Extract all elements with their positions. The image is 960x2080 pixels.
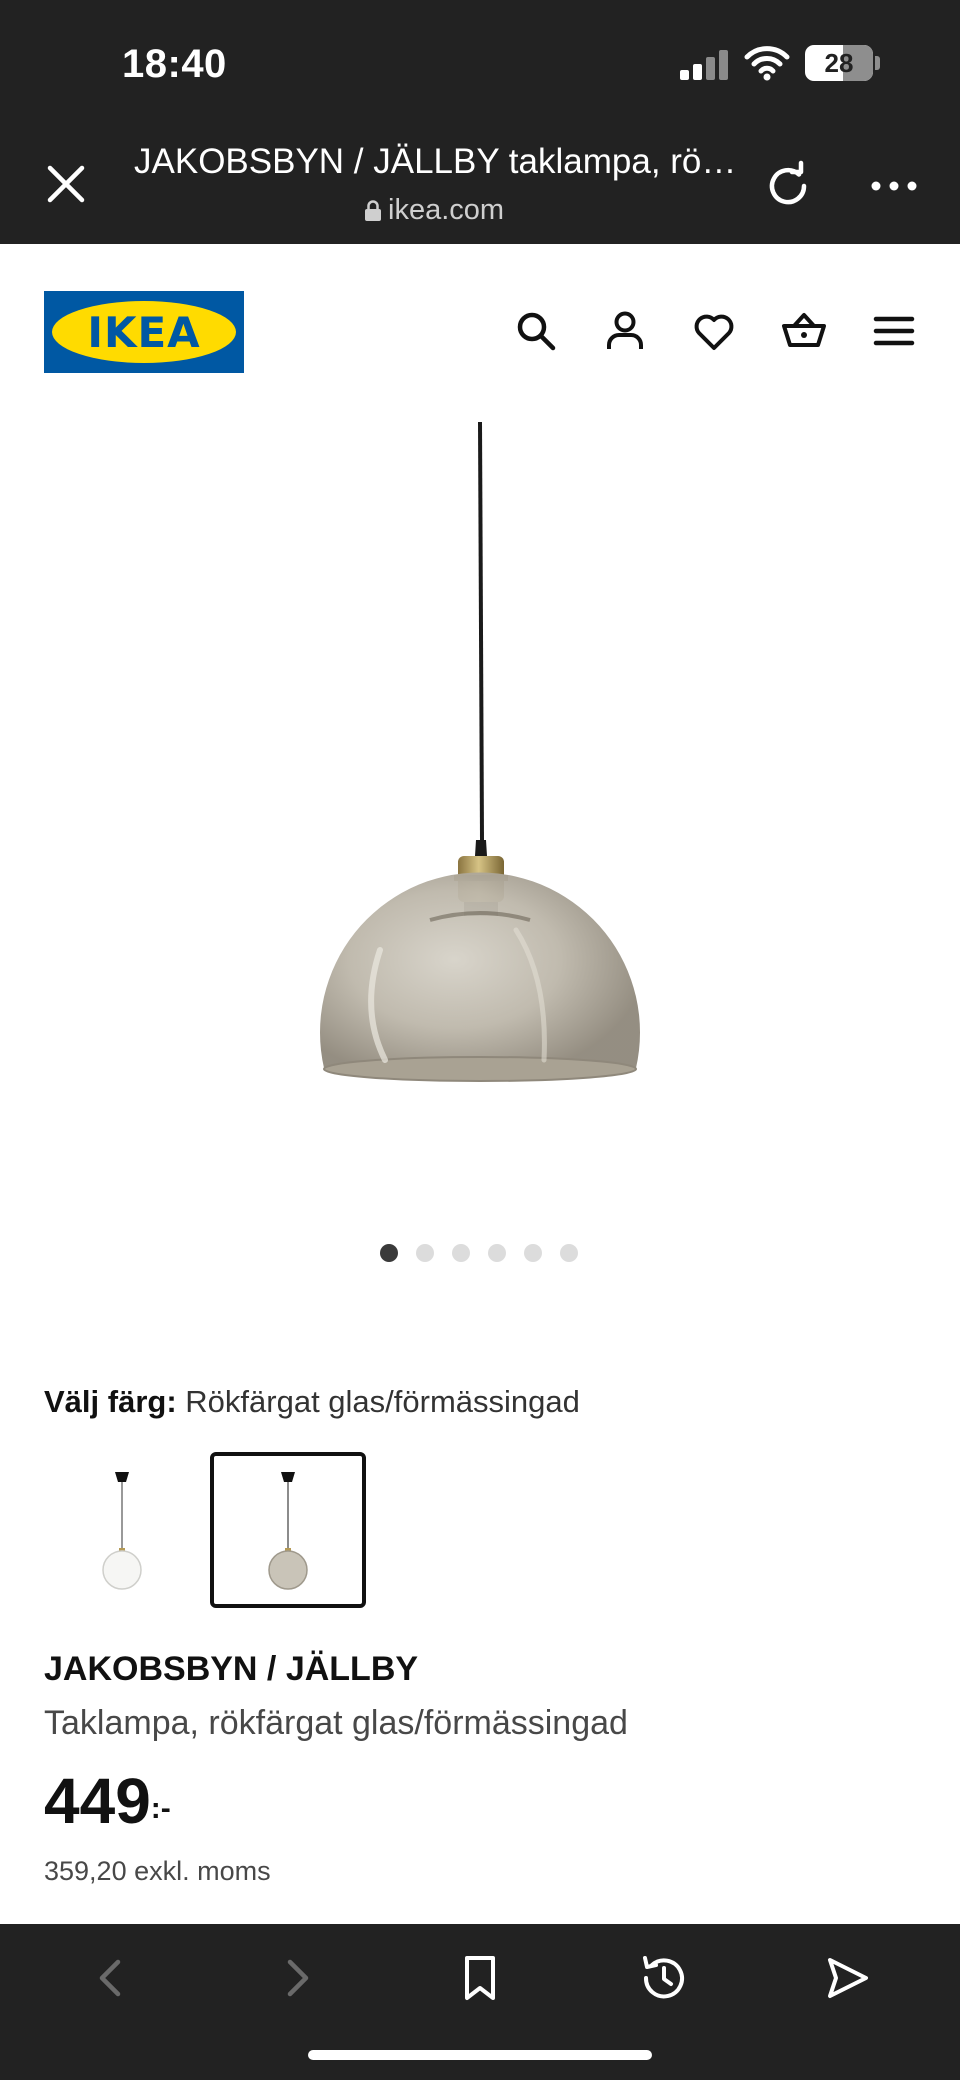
reload-icon[interactable] [762, 160, 814, 212]
browser-chrome: 18:40 28 JAKOBSBYN / JÄLLBY taklampa, rö… [0, 0, 960, 244]
product-price: 449 :- [44, 1766, 171, 1836]
status-time: 18:40 [122, 42, 227, 86]
close-icon[interactable] [42, 160, 90, 208]
basket-icon[interactable] [780, 307, 828, 355]
wifi-icon [744, 46, 790, 81]
color-selector-label: Välj färg: Rökfärgat glas/förmässingad [44, 1384, 580, 1420]
battery-icon: 28 [805, 45, 873, 81]
logo-oval: IKEA [52, 301, 236, 363]
gallery-dot[interactable] [488, 1244, 506, 1262]
price-suffix: :- [150, 1792, 171, 1825]
ikea-logo[interactable]: IKEA [44, 291, 244, 373]
gallery-dot[interactable] [416, 1244, 434, 1262]
history-icon[interactable] [636, 1950, 692, 2006]
url-bar[interactable]: ikea.com [364, 194, 504, 227]
back-icon[interactable] [84, 1950, 140, 2006]
battery-tip [875, 56, 880, 70]
more-options-icon[interactable] [870, 176, 918, 196]
bookmark-icon[interactable] [452, 1950, 508, 2006]
lock-icon [365, 199, 381, 221]
price-amount: 449 [44, 1765, 151, 1837]
gallery-dot[interactable] [560, 1244, 578, 1262]
product-image[interactable] [280, 420, 680, 1200]
gallery-dot[interactable] [380, 1244, 398, 1262]
gallery-dot[interactable] [452, 1244, 470, 1262]
product-description: Taklampa, rökfärgat glas/förmässingad [44, 1704, 628, 1742]
cellular-signal-icon [680, 50, 730, 80]
heart-icon[interactable] [690, 307, 738, 355]
menu-icon[interactable] [870, 307, 918, 355]
forward-icon[interactable] [268, 1950, 324, 2006]
browser-toolbar [0, 1924, 960, 2080]
battery-level: 28 [824, 48, 854, 78]
account-icon[interactable] [601, 307, 649, 355]
gallery-dot[interactable] [524, 1244, 542, 1262]
color-option-clear[interactable] [44, 1452, 200, 1608]
color-value: Rökfärgat glas/förmässingad [185, 1384, 580, 1419]
url-text: ikea.com [388, 194, 505, 226]
home-indicator [308, 2050, 652, 2060]
product-name: JAKOBSBYN / JÄLLBY [44, 1650, 419, 1688]
color-label: Välj färg: [44, 1384, 177, 1419]
color-option-smoked[interactable] [210, 1452, 366, 1608]
gallery-dots [380, 1244, 578, 1262]
price-excl-vat: 359,20 exkl. moms [44, 1856, 271, 1886]
share-icon[interactable] [820, 1950, 876, 2006]
page-title[interactable]: JAKOBSBYN / JÄLLBY taklampa, rö… [134, 142, 754, 182]
search-icon[interactable] [512, 307, 560, 355]
logo-text: IKEA [87, 307, 201, 357]
